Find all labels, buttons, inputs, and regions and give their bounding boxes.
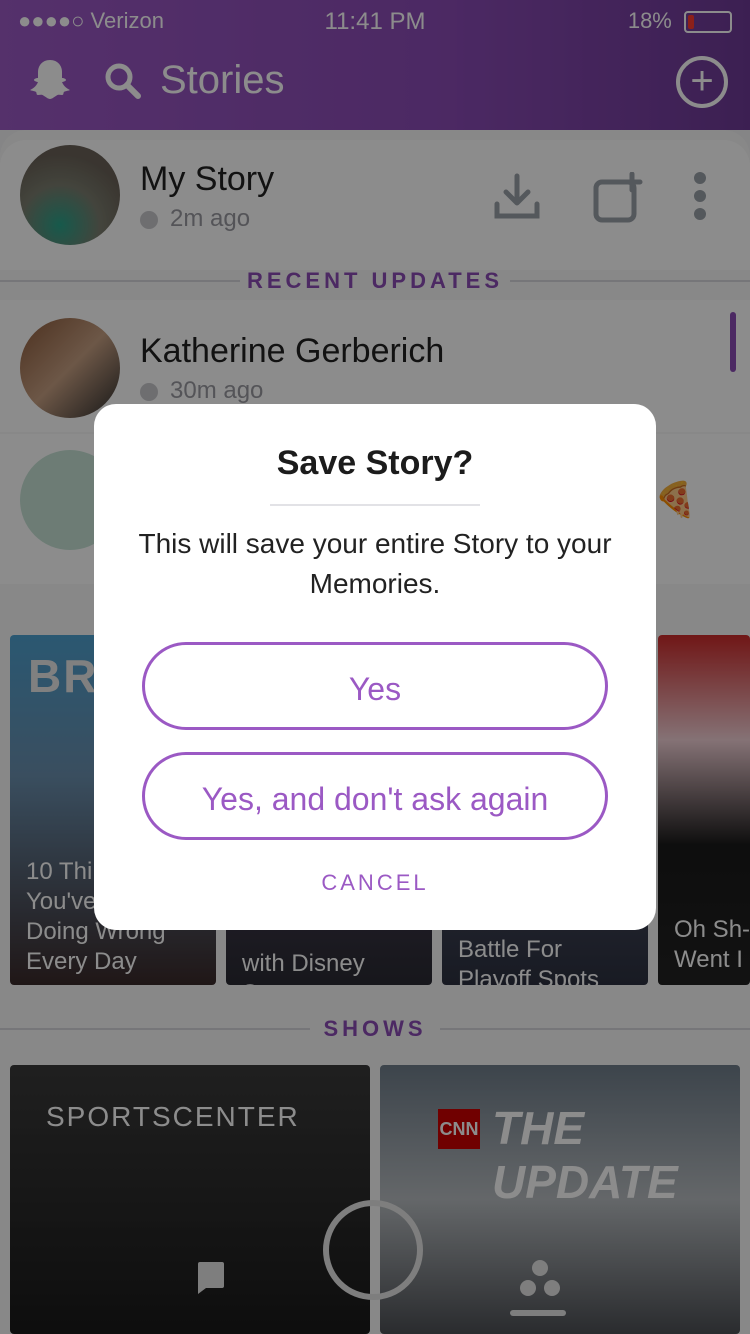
dialog-divider [270,504,480,506]
yes-dont-ask-again-button[interactable]: Yes, and don't ask again [142,752,608,840]
cancel-button[interactable]: CANCEL [94,870,656,896]
yes-button[interactable]: Yes [142,642,608,730]
dialog-message: This will save your entire Story to your… [138,528,612,599]
dialog-title: Save Story? [276,444,474,482]
save-story-dialog: Save Story? This will save your entire S… [94,404,656,930]
